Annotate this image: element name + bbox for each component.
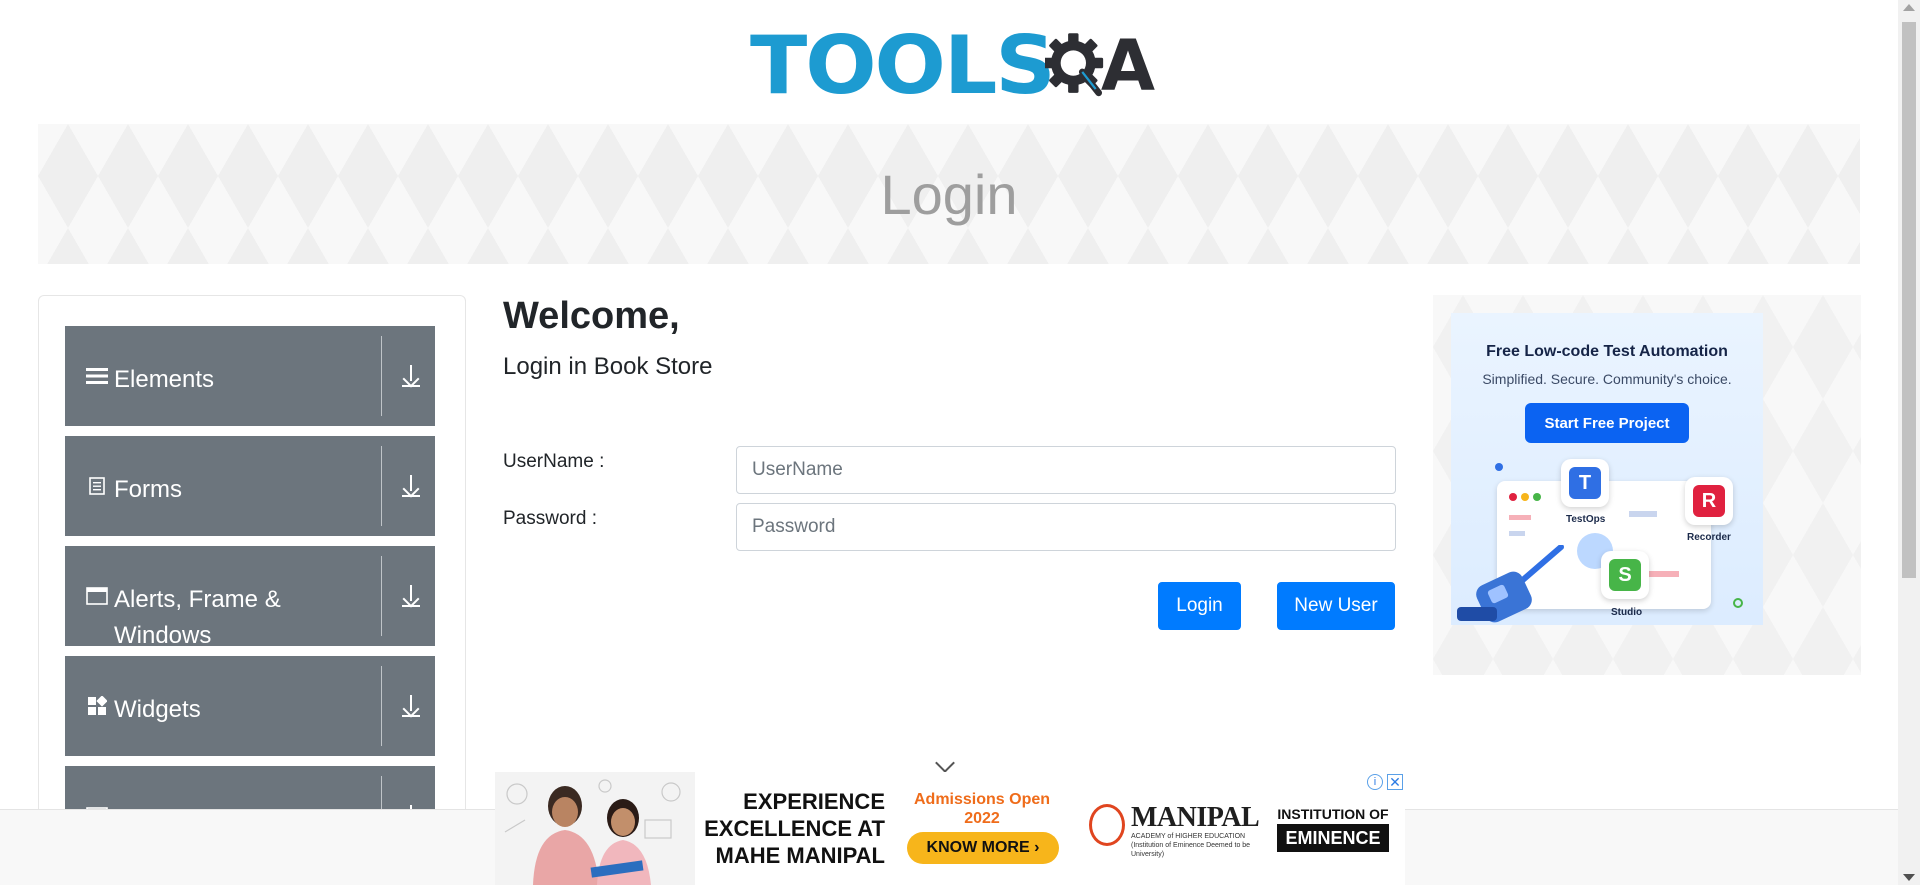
- toolsqa-logo[interactable]: TOOLS A: [750, 18, 1155, 114]
- know-more-button[interactable]: KNOW MORE ›: [907, 832, 1059, 864]
- ad-sketch-background: [495, 772, 695, 885]
- chevron-right-icon: ›: [1034, 839, 1040, 856]
- testops-icon: T: [1561, 459, 1609, 507]
- logo-text-tools: TOOLS: [750, 19, 1056, 112]
- menu-group-elements[interactable]: Elements: [65, 326, 435, 426]
- page-scrollbar[interactable]: [1898, 0, 1920, 885]
- studio-icon: S: [1601, 551, 1649, 599]
- decor-dot: [1495, 463, 1503, 471]
- studio-label: Studio: [1611, 607, 1643, 618]
- decor-ring: [1733, 598, 1743, 608]
- ad-cta-button[interactable]: Start Free Project: [1525, 403, 1689, 443]
- ad-headline: EXPERIENCE EXCELLENCE AT MAHE MANIPAL: [704, 789, 885, 868]
- testops-label: TestOps: [1566, 514, 1606, 525]
- login-button[interactable]: Login: [1158, 582, 1241, 630]
- scroll-up-arrow-icon[interactable]: [1903, 4, 1915, 11]
- scroll-down-arrow-icon[interactable]: [1903, 874, 1915, 881]
- divider: [381, 666, 382, 746]
- logo-text-a: A: [1100, 25, 1155, 107]
- list-icon: [85, 326, 109, 426]
- ad-subtitle: Simplified. Secure. Community's choice.: [1482, 371, 1732, 387]
- ad-info-icon[interactable]: i: [1367, 774, 1383, 790]
- password-label: Password :: [503, 508, 597, 529]
- menu-group-forms[interactable]: Forms: [65, 436, 435, 536]
- eminence-badge: EMINENCE: [1277, 824, 1389, 852]
- know-more-label: KNOW MORE: [926, 839, 1030, 856]
- menu-group-label: Elements: [114, 366, 215, 393]
- menu-group-label: Widgets: [114, 696, 201, 723]
- recorder-label: Recorder: [1687, 532, 1731, 543]
- students-illustration: [504, 779, 681, 885]
- username-label: UserName :: [503, 451, 605, 472]
- window-icon: [85, 546, 109, 646]
- download-icon[interactable]: [387, 436, 435, 536]
- divider: [381, 336, 382, 416]
- menu-group-alerts-frame-windows[interactable]: Alerts, Frame & Windows: [65, 546, 435, 649]
- login-subtitle: Login in Book Store: [503, 353, 713, 380]
- username-input[interactable]: [736, 446, 1396, 494]
- manipal-academy-text: ACADEMY of HIGHER EDUCATION (Institution…: [1131, 833, 1251, 858]
- ad-admissions: Admissions Open 2022: [913, 791, 1051, 827]
- manipal-brand: MANIPAL: [1131, 802, 1260, 833]
- divider: [381, 446, 382, 526]
- download-icon[interactable]: [387, 326, 435, 426]
- side-ad[interactable]: Free Low-code Test Automation Simplified…: [1451, 313, 1763, 625]
- left-menu: Elements Forms Alerts, Frame & Windows W…: [38, 295, 466, 885]
- side-ad-container: Free Low-code Test Automation Simplified…: [1433, 295, 1861, 675]
- download-icon[interactable]: [387, 546, 435, 646]
- header: TOOLS A: [0, 0, 1898, 124]
- document-icon: [85, 436, 109, 536]
- widgets-icon: [85, 656, 109, 756]
- gear-magnifier-icon: [1045, 33, 1104, 97]
- page-title: Login: [880, 163, 1018, 226]
- new-user-button[interactable]: New User: [1277, 582, 1395, 630]
- welcome-heading: Welcome,: [503, 295, 680, 337]
- download-icon[interactable]: [387, 656, 435, 756]
- page-banner: Login: [38, 124, 1860, 264]
- recorder-icon: R: [1685, 477, 1733, 525]
- menu-group-label: Forms: [114, 476, 182, 503]
- manipal-seal-icon: [1089, 804, 1125, 846]
- scrollbar-thumb[interactable]: [1902, 22, 1916, 578]
- password-input[interactable]: [736, 503, 1396, 551]
- bottom-ad[interactable]: EXPERIENCE EXCELLENCE AT MAHE MANIPAL Ad…: [495, 772, 1405, 885]
- menu-group-widgets[interactable]: Widgets: [65, 656, 435, 756]
- institution-of-text: INSTITUTION OF: [1277, 806, 1389, 822]
- robot-arm-illustration: [1457, 545, 1564, 623]
- menu-group-label: Alerts, Frame & Windows: [114, 586, 281, 649]
- chevron-down-icon[interactable]: [935, 753, 955, 773]
- ad-title: Free Low-code Test Automation: [1486, 343, 1728, 360]
- divider: [381, 556, 382, 636]
- ad-close-icon[interactable]: ✕: [1387, 774, 1403, 790]
